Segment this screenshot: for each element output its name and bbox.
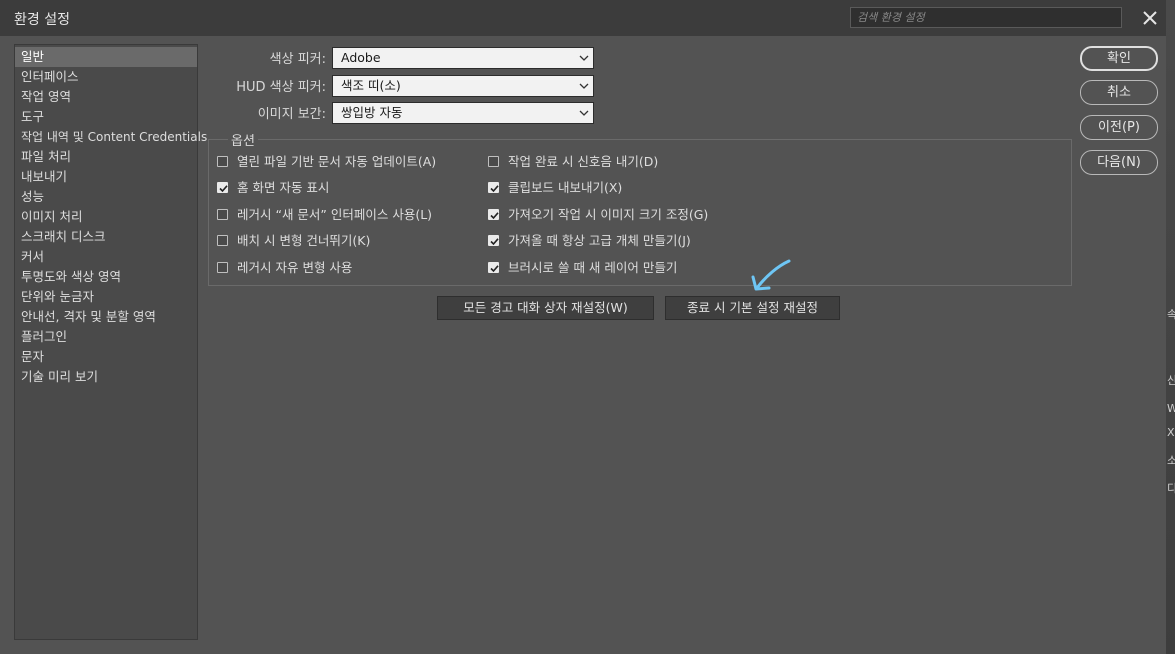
options-group-title: 옵션 <box>228 130 258 149</box>
sidebar-item-file-handling[interactable]: 파일 처리 <box>15 147 197 167</box>
chevron-down-icon <box>579 55 589 61</box>
sidebar-item-interface[interactable]: 인터페이스 <box>15 67 197 87</box>
sidebar-item-history-label: 작업 내역 및 Content Credentials <box>21 130 208 144</box>
checkbox-export-clipboard[interactable] <box>488 182 499 193</box>
title-bar: 환경 설정 <box>0 0 1166 36</box>
window-title: 환경 설정 <box>14 12 70 28</box>
background-text: 디 <box>1167 482 1175 495</box>
sidebar-item-performance[interactable]: 성능 <box>15 187 197 207</box>
checkbox-skip-transform-on-place[interactable] <box>217 235 228 246</box>
checkbox-always-smart-objects[interactable] <box>488 235 499 246</box>
checkmark-icon <box>219 185 228 193</box>
background-text: X <box>1167 426 1175 439</box>
background-window-right: 속 신 W X 소 디 <box>1166 0 1175 654</box>
sidebar-item-plugins[interactable]: 플러그인 <box>15 327 197 347</box>
annotation-arrow-icon <box>751 259 791 291</box>
checkbox-auto-update-docs[interactable] <box>217 156 228 167</box>
checkmark-icon <box>490 185 499 193</box>
checkbox-beep-when-done[interactable] <box>488 156 499 167</box>
sidebar-item-scratch-disks[interactable]: 스크래치 디스크 <box>15 227 197 247</box>
sidebar-item-transparency[interactable]: 투명도와 색상 영역 <box>15 267 197 287</box>
option-label: 레거시 “새 문서” 인터페이스 사용(L) <box>237 207 433 222</box>
option-label: 열린 파일 기반 문서 자동 업데이트(A) <box>237 154 437 169</box>
option-label: 작업 완료 시 신호음 내기(D) <box>508 154 659 169</box>
option-label: 배치 시 변형 건너뛰기(K) <box>237 233 371 248</box>
option-label: 클립보드 내보내기(X) <box>508 180 623 195</box>
close-icon[interactable] <box>1138 6 1162 30</box>
option-label: 홈 화면 자동 표시 <box>237 180 330 195</box>
hud-color-picker-value: 색조 띠(소) <box>341 78 401 93</box>
sidebar-item-guides-grid[interactable]: 안내선, 격자 및 분할 영역 <box>15 307 197 327</box>
cancel-button[interactable]: 취소 <box>1080 80 1158 105</box>
search-input[interactable] <box>851 8 1133 27</box>
checkmark-icon <box>490 265 499 273</box>
hud-color-picker-select[interactable]: 색조 띠(소) <box>332 75 594 97</box>
option-label: 가져올 때 항상 고급 개체 만들기(J) <box>508 233 691 248</box>
sidebar-item-history[interactable]: 작업 내역 및 Content Credentials <box>15 127 207 147</box>
chevron-down-icon <box>579 110 589 116</box>
chevron-down-icon <box>579 83 589 89</box>
checkbox-legacy-new-document[interactable] <box>217 209 228 220</box>
background-text: 신 <box>1167 374 1175 387</box>
sidebar-item-general[interactable]: 일반 <box>15 47 197 67</box>
background-text: 속 <box>1167 308 1175 321</box>
ok-button[interactable]: 확인 <box>1080 46 1158 71</box>
category-list[interactable]: 일반 인터페이스 작업 영역 도구 작업 내역 및 Content Creden… <box>14 44 207 640</box>
color-picker-value: Adobe <box>341 50 381 65</box>
sidebar-item-export[interactable]: 내보내기 <box>15 167 197 187</box>
checkbox-new-layer-brush[interactable] <box>488 262 499 273</box>
checkbox-show-home-screen[interactable] <box>217 182 228 193</box>
sidebar-item-technology-previews[interactable]: 기술 미리 보기 <box>15 367 197 387</box>
sidebar-item-cursors[interactable]: 커서 <box>15 247 197 267</box>
hud-color-picker-label: HUD 색상 피커: <box>236 80 326 95</box>
previous-button[interactable]: 이전(P) <box>1080 115 1158 140</box>
background-text: W <box>1167 402 1175 415</box>
checkbox-resize-on-place[interactable] <box>488 209 499 220</box>
color-picker-select[interactable]: Adobe <box>332 47 594 69</box>
reset-on-quit-button[interactable]: 종료 시 기본 설정 재설정 <box>665 296 840 320</box>
sidebar-item-workspace[interactable]: 작업 영역 <box>15 87 197 107</box>
background-text: 소 <box>1167 454 1175 467</box>
checkmark-icon <box>490 212 499 220</box>
option-label: 브러시로 쓸 때 새 레이어 만들기 <box>508 260 678 275</box>
next-button[interactable]: 다음(N) <box>1080 150 1158 175</box>
preferences-dialog: 환경 설정 일반 인터페이스 작업 영역 도구 작업 내역 및 Content … <box>0 0 1166 654</box>
search-field[interactable] <box>850 7 1133 28</box>
sidebar-item-image-processing[interactable]: 이미지 처리 <box>15 207 197 227</box>
reset-warnings-button[interactable]: 모든 경고 대화 상자 재설정(W) <box>437 296 654 320</box>
option-label: 가져오기 작업 시 이미지 크기 조정(G) <box>508 207 709 222</box>
image-interpolation-value: 쌍입방 자동 <box>341 105 403 120</box>
option-label: 레거시 자유 변형 사용 <box>237 260 353 275</box>
image-interpolation-label: 이미지 보간: <box>257 107 326 122</box>
image-interpolation-select[interactable]: 쌍입방 자동 <box>332 102 594 124</box>
checkbox-legacy-free-transform[interactable] <box>217 262 228 273</box>
sidebar-item-type[interactable]: 문자 <box>15 347 197 367</box>
color-picker-label: 색상 피커: <box>269 52 326 67</box>
checkmark-icon <box>490 238 499 246</box>
sidebar-item-tools[interactable]: 도구 <box>15 107 197 127</box>
sidebar-item-units-rulers[interactable]: 단위와 눈금자 <box>15 287 197 307</box>
